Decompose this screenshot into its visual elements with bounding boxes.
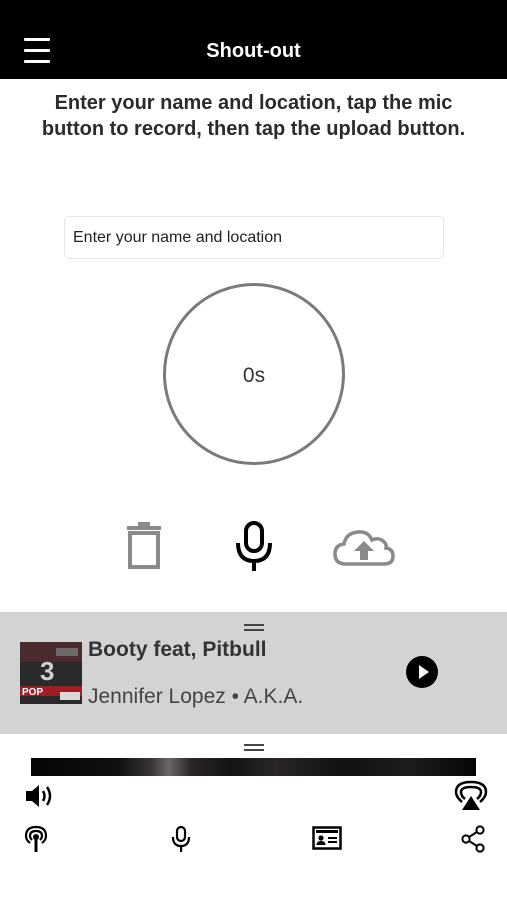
microphone-icon[interactable] — [170, 825, 192, 853]
drag-handle-icon[interactable] — [244, 744, 264, 752]
speaker-volume-icon[interactable] — [24, 782, 56, 810]
trash-icon — [127, 522, 161, 569]
track-title: Booty feat, Pitbull — [88, 638, 267, 661]
delete-recording-button[interactable] — [126, 521, 162, 569]
play-icon[interactable] — [406, 656, 438, 688]
track-artist: Jennifer Lopez — [88, 685, 226, 708]
artwork-label: POP — [22, 687, 43, 698]
artwork-number: 3 — [40, 656, 54, 686]
elapsed-time: 0s — [242, 364, 266, 387]
track-album: A.K.A. — [243, 685, 304, 708]
name-location-input[interactable] — [64, 216, 444, 259]
airplay-icon[interactable] — [454, 780, 488, 812]
track-separator: • — [231, 685, 239, 708]
instructions-text: Enter your name and location, tap the mi… — [41, 92, 466, 140]
now-playing-panel[interactable]: 3 POP Booty feat, Pitbull Jennifer Lopez… — [0, 612, 507, 734]
share-icon[interactable] — [460, 825, 486, 853]
recording-timer-circle: 0s — [163, 283, 345, 465]
video-preview[interactable] — [31, 758, 476, 776]
podcast-broadcast-icon[interactable] — [22, 824, 50, 854]
microphone-icon — [236, 521, 272, 571]
record-button[interactable] — [234, 521, 274, 573]
page-title: Shout-out — [206, 40, 301, 62]
album-artwork: 3 POP — [20, 642, 82, 704]
drag-handle-icon[interactable] — [244, 624, 264, 632]
track-subtitle: Jennifer Lopez • A.K.A. — [88, 685, 303, 709]
upload-button[interactable] — [332, 527, 396, 567]
top-bar: Shout-out — [0, 0, 507, 79]
contact-card-icon[interactable] — [312, 826, 342, 850]
cloud-upload-icon — [333, 530, 395, 566]
